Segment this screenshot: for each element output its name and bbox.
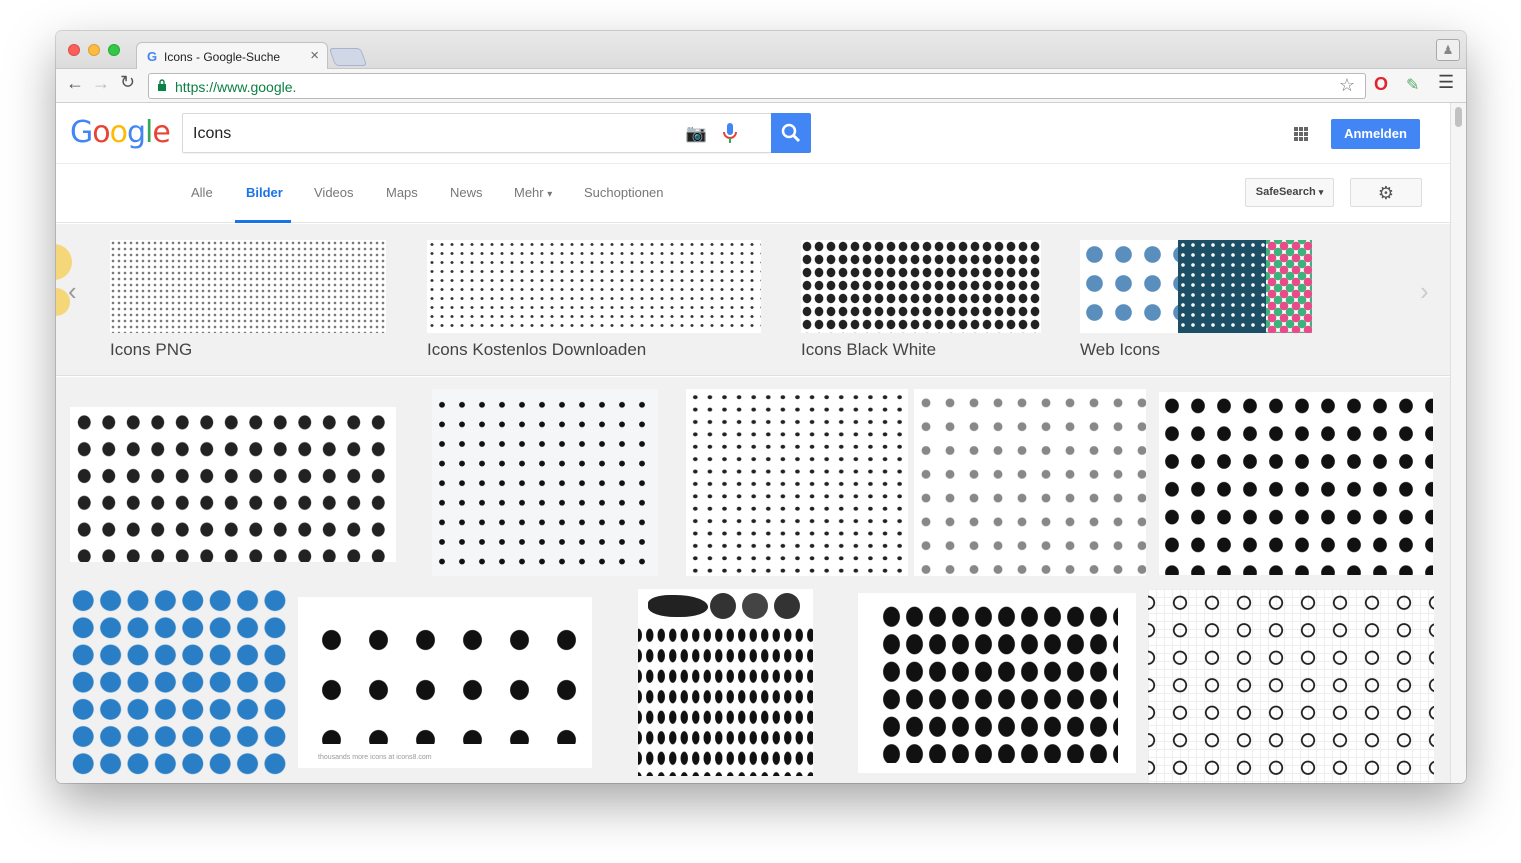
minimize-window-button[interactable] <box>88 44 100 56</box>
smiley-thumb[interactable] <box>56 244 72 280</box>
address-bar[interactable]: https://www.google. ☆ <box>148 73 1366 99</box>
eyedropper-icon[interactable]: ✎ <box>1406 75 1419 95</box>
active-tab-indicator <box>235 220 291 223</box>
gear-icon: ⚙ <box>1377 183 1395 203</box>
apps-grid-icon[interactable] <box>1294 127 1308 141</box>
result-finance-icons[interactable] <box>914 389 1146 576</box>
icons8-caption: thousands more icons at icons8.com <box>318 754 432 761</box>
result-material-icons[interactable] <box>70 407 396 562</box>
opera-icon[interactable]: O <box>1374 74 1388 95</box>
chevron-down-icon: ▾ <box>547 189 553 200</box>
related-thumb <box>1266 240 1312 333</box>
tab-alle[interactable]: Alle <box>191 185 213 200</box>
tab-mehr[interactable]: Mehr ▾ <box>514 185 552 200</box>
reload-icon[interactable]: ↻ <box>120 72 135 93</box>
related-searches: ‹ › Icons PNG Icons Kostenlos Downloaden… <box>56 224 1450 376</box>
result-glyph-icons[interactable] <box>1159 392 1433 575</box>
logo-letter: e <box>152 115 170 150</box>
tab-maps[interactable]: Maps <box>386 185 418 200</box>
tab-suchoptionen[interactable]: Suchoptionen <box>584 185 664 200</box>
chevron-right-icon[interactable]: › <box>1420 276 1429 307</box>
new-tab-button[interactable] <box>328 48 368 66</box>
logo-letter: o <box>109 115 128 150</box>
microphone-icon[interactable] <box>721 121 739 145</box>
related-label: Icons Black White <box>801 340 937 359</box>
google-logo[interactable]: Google <box>70 115 171 150</box>
result-icons8[interactable]: thousands more icons at icons8.com <box>298 597 592 768</box>
lock-icon <box>158 79 166 91</box>
search-query: Icons <box>193 125 232 142</box>
search-input[interactable]: Icons 📷 <box>182 113 772 153</box>
forward-arrow-icon[interactable]: → <box>92 73 110 94</box>
result-tiny-icons[interactable] <box>686 389 908 576</box>
tab-title: Icons - Google-Suche <box>164 50 281 64</box>
zoom-window-button[interactable] <box>108 44 120 56</box>
bookmark-star-icon[interactable]: ☆ <box>1339 75 1355 96</box>
logo-letter: g <box>126 115 146 150</box>
related-label: Icons Kostenlos Downloaden <box>427 340 647 359</box>
related-thumb <box>1080 240 1178 333</box>
logo-letter: G <box>70 115 93 150</box>
close-window-button[interactable] <box>68 44 80 56</box>
back-arrow-icon[interactable]: ← <box>66 73 84 94</box>
tab-bar: G Icons - Google-Suche × ♟ <box>56 31 1466 70</box>
google-favicon-icon: G <box>147 49 158 64</box>
scrollbar-thumb[interactable] <box>1455 107 1462 127</box>
search-button[interactable] <box>771 113 811 153</box>
tab-close-icon[interactable]: × <box>310 47 319 64</box>
related-thumb <box>1178 240 1266 333</box>
google-header: Google Icons 📷 Anmelden <box>56 103 1466 163</box>
menu-icon[interactable]: ☰ <box>1438 72 1454 93</box>
related-label: Icons PNG <box>110 340 193 359</box>
tab-videos[interactable]: Videos <box>314 185 354 200</box>
result-web-glyph-icons[interactable] <box>858 593 1136 773</box>
chevron-down-icon: ▾ <box>1318 187 1324 197</box>
browser-window: G Icons - Google-Suche × ♟ ← → ↻ https:/… <box>56 31 1466 783</box>
related-thumb <box>801 240 1041 333</box>
browser-toolbar: ← → ↻ https://www.google. ☆ O ✎ ☰ <box>56 69 1466 103</box>
browser-tab[interactable]: G Icons - Google-Suche × <box>136 42 328 70</box>
page-scrollbar[interactable] <box>1450 103 1466 783</box>
safesearch-button[interactable]: SafeSearch ▾ <box>1245 178 1334 207</box>
tab-bilder[interactable]: Bilder <box>246 185 283 200</box>
tab-mehr-label: Mehr <box>514 185 544 200</box>
profile-icon[interactable]: ♟ <box>1436 39 1460 61</box>
camera-icon[interactable]: 📷 <box>686 124 707 144</box>
related-thumb <box>427 240 761 333</box>
logo-letter: o <box>92 115 110 150</box>
safesearch-label: SafeSearch <box>1255 186 1316 198</box>
related-thumb <box>110 240 386 333</box>
chevron-left-icon[interactable]: ‹ <box>68 276 77 307</box>
tab-news[interactable]: News <box>450 185 483 200</box>
url-text: https://www.google. <box>175 79 297 95</box>
result-simple-icons[interactable] <box>432 389 658 576</box>
settings-button[interactable]: ⚙ <box>1350 178 1422 207</box>
result-social-icons[interactable] <box>70 587 288 777</box>
image-results: thousands more icons at icons8.com <box>56 377 1450 783</box>
result-map-people-icons[interactable] <box>638 589 813 776</box>
result-outline-icons[interactable] <box>1148 589 1434 783</box>
signin-button[interactable]: Anmelden <box>1331 119 1420 149</box>
search-icon <box>781 123 801 143</box>
related-label: Web Icons <box>1080 340 1161 359</box>
search-nav: Alle Bilder Videos Maps News Mehr ▾ Such… <box>56 163 1450 223</box>
